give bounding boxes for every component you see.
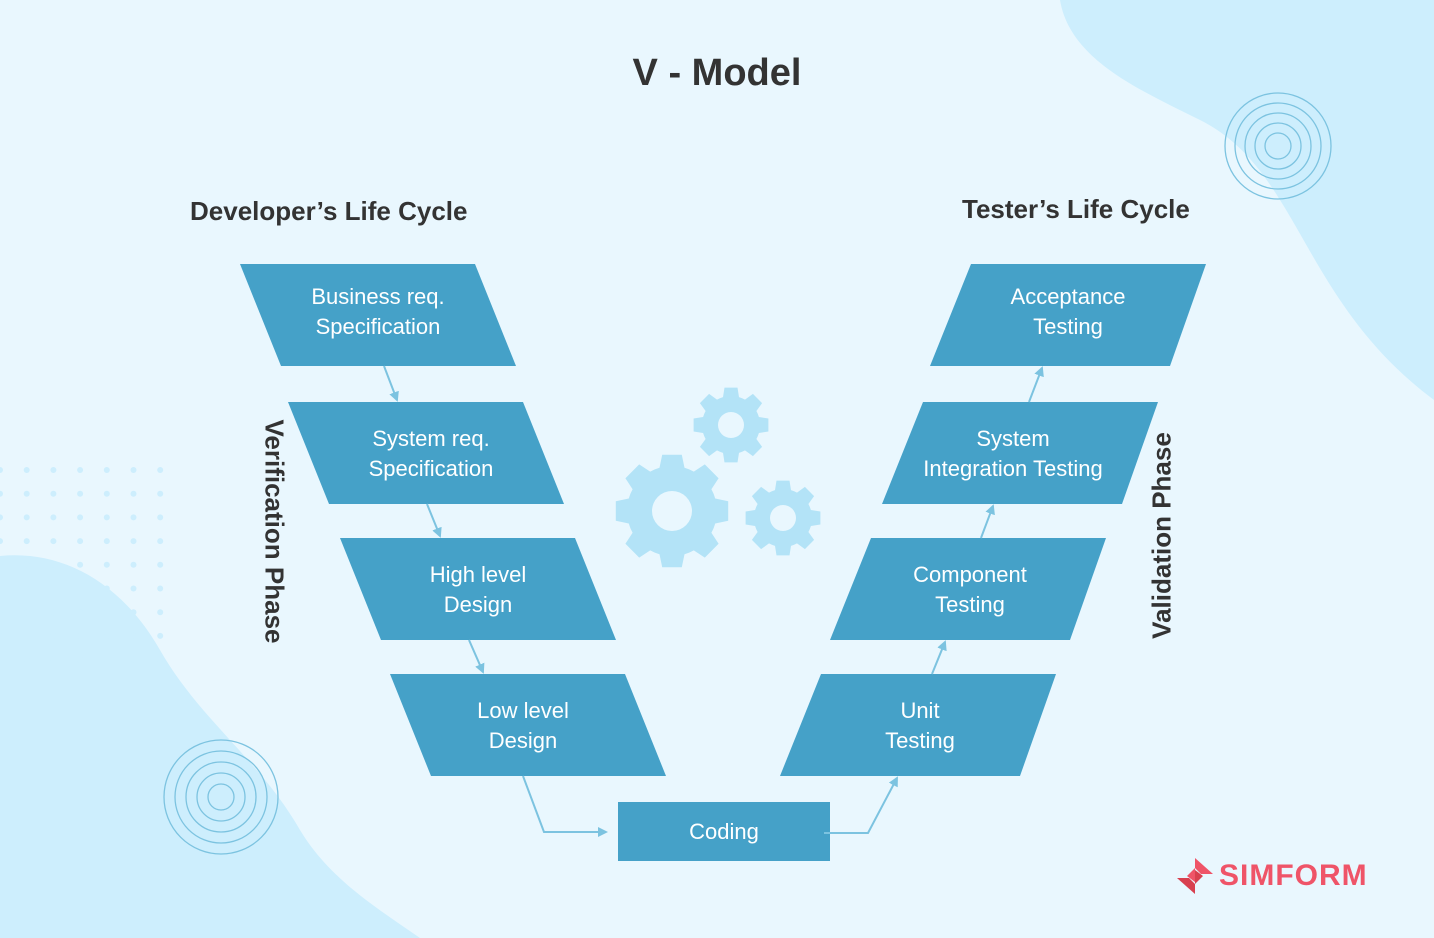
gear-right-icon <box>745 480 821 556</box>
diagram-canvas <box>0 0 1434 938</box>
dot <box>50 538 57 545</box>
page-title: V - Model <box>632 52 802 94</box>
dot <box>50 632 57 639</box>
step-high-level-design-label: High level Design <box>429 562 527 617</box>
dot <box>130 561 137 568</box>
dot <box>77 538 84 545</box>
dot <box>23 585 30 592</box>
dot <box>103 467 110 473</box>
dot <box>77 585 84 592</box>
dot <box>77 467 84 473</box>
dot <box>23 609 30 616</box>
dot <box>157 467 164 473</box>
dot <box>77 561 84 568</box>
developer-life-cycle-label: Developer’s Life Cycle <box>190 196 468 226</box>
arrow-3-4 <box>468 639 485 674</box>
dot <box>103 585 110 592</box>
step-system-integration-testing-label: System Integration Testing <box>923 426 1103 481</box>
dot <box>157 561 164 568</box>
dot <box>77 632 84 639</box>
dot <box>157 609 164 616</box>
arrow-component-integration <box>980 504 995 539</box>
dot <box>0 538 3 545</box>
dot <box>50 514 57 521</box>
background-blob-bottom-left <box>0 555 420 938</box>
dot <box>77 490 84 497</box>
arrow-integration-acceptance <box>1028 366 1044 403</box>
dot <box>0 490 3 497</box>
dot <box>50 609 57 616</box>
dot <box>50 585 57 592</box>
arrow-to-coding <box>522 775 608 837</box>
validation-phase-label: Validation Phase <box>1146 432 1177 639</box>
dot <box>130 632 137 639</box>
dot <box>130 585 137 592</box>
dot <box>23 538 30 545</box>
dot <box>130 514 137 521</box>
dot <box>50 561 57 568</box>
dot <box>157 514 164 521</box>
arrow-2-3 <box>426 503 442 538</box>
gear-large-icon <box>615 454 729 568</box>
dot <box>157 538 164 545</box>
simform-logo-icon <box>1177 858 1213 894</box>
dot <box>103 632 110 639</box>
dot <box>77 609 84 616</box>
dot <box>23 632 30 639</box>
dot <box>157 585 164 592</box>
dot <box>23 514 30 521</box>
dot <box>50 467 57 473</box>
dot <box>23 467 30 473</box>
dot <box>0 514 3 521</box>
tester-life-cycle-label: Tester’s Life Cycle <box>962 194 1190 224</box>
arrow-unit-component <box>931 640 947 675</box>
dot <box>130 467 137 473</box>
dot <box>103 609 110 616</box>
dot <box>103 538 110 545</box>
arrow-from-coding <box>824 776 898 834</box>
dot <box>23 561 30 568</box>
step-system-req-label: System req. Specification <box>368 426 494 481</box>
step-acceptance-testing-label: Acceptance Testing <box>1010 284 1126 339</box>
dot <box>103 514 110 521</box>
dot <box>23 490 30 497</box>
dot <box>77 656 84 663</box>
dot <box>50 490 57 497</box>
dot <box>157 656 164 663</box>
dot <box>103 561 110 568</box>
dot <box>157 632 164 639</box>
verification-phase-label: Verification Phase <box>259 419 290 644</box>
step-unit-testing-label: Unit Testing <box>885 698 955 753</box>
step-business-req-label: Business req. Specification <box>311 284 445 339</box>
step-coding-label: Coding <box>689 819 759 844</box>
dot <box>23 656 30 663</box>
step-component-testing-label: Component Testing <box>913 562 1027 617</box>
step-low-level-design-label: Low level Design <box>477 698 569 753</box>
dot <box>130 490 137 497</box>
simform-logo: SIMFORM <box>1175 856 1368 896</box>
dot <box>50 656 57 663</box>
gear-top-icon <box>693 387 769 463</box>
arrow-1-2 <box>383 365 399 402</box>
dot <box>77 514 84 521</box>
dot <box>0 467 3 473</box>
dot <box>130 656 137 663</box>
dot <box>130 538 137 545</box>
dot <box>130 609 137 616</box>
dot <box>157 490 164 497</box>
dot <box>103 490 110 497</box>
dot <box>103 656 110 663</box>
brand-name: SIMFORM <box>1219 859 1368 892</box>
